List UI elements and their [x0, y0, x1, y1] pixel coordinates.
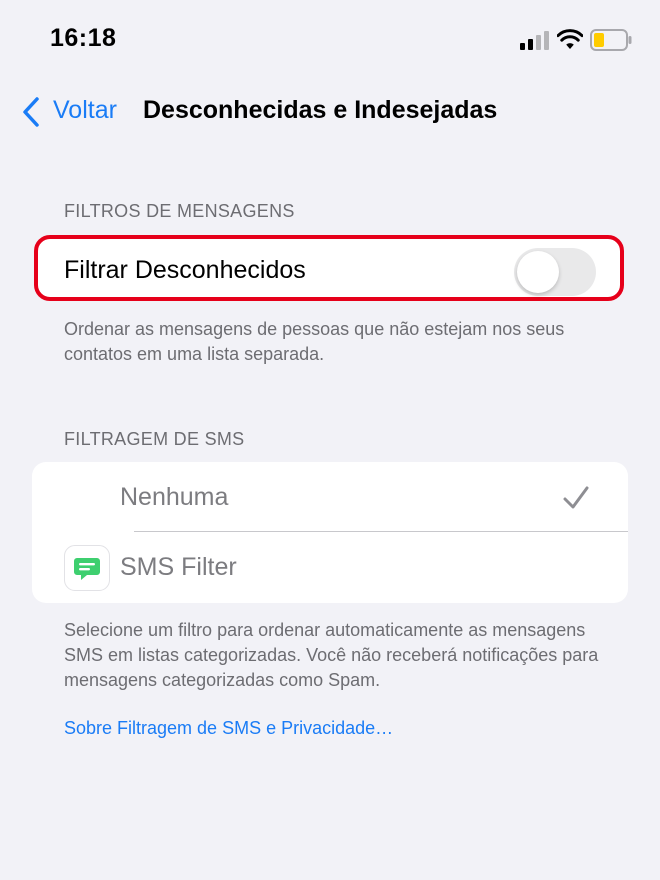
sms-option-sms-filter[interactable]: SMS Filter [32, 533, 628, 603]
chevron-left-icon[interactable] [20, 96, 42, 128]
sms-option-label: SMS Filter [120, 553, 237, 581]
checkmark-icon [563, 486, 589, 509]
cellular-signal-icon [520, 31, 549, 50]
row-divider [134, 531, 628, 532]
section-header-sms: FILTRAGEM DE SMS [64, 429, 245, 449]
battery-icon [590, 29, 632, 51]
nav-bar: Voltar Desconhecidas e Indesejadas [0, 88, 660, 136]
filtros-footer: Ordenar as mensagens de pessoas que não … [64, 319, 565, 364]
sms-option-label: Nenhuma [120, 483, 229, 511]
message-bubble-icon [64, 545, 110, 591]
back-button[interactable]: Voltar [53, 96, 117, 125]
page-title: Desconhecidas e Indesejadas [143, 96, 498, 124]
filter-unknown-toggle[interactable] [514, 248, 596, 296]
toggle-knob [517, 251, 559, 293]
sms-privacy-link[interactable]: Sobre Filtragem de SMS e Privacidade… [64, 718, 393, 739]
sms-filter-group: Nenhuma SMS Filter [32, 462, 628, 603]
wifi-icon [557, 29, 583, 49]
sms-option-nenhuma[interactable]: Nenhuma [32, 462, 628, 532]
filter-unknown-label: Filtrar Desconhecidos [64, 256, 306, 284]
section-header-filtros: FILTROS DE MENSAGENS [64, 201, 295, 221]
status-bar: 16:18 [0, 0, 660, 80]
sms-footer: Selecione um filtro para ordenar automat… [64, 620, 599, 690]
status-time: 16:18 [50, 24, 117, 52]
